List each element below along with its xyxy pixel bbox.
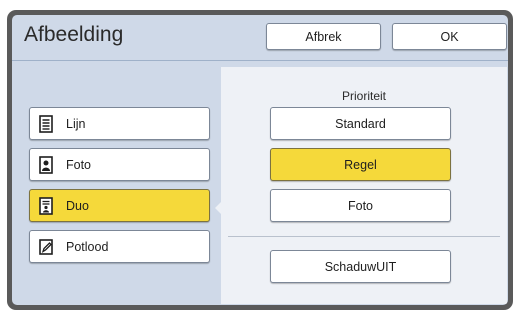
cancel-button[interactable]: Afbrek [266,23,381,50]
mode-label-line: Lijn [66,116,86,131]
document-duo-icon [39,196,53,215]
photo-portrait-icon [39,155,53,174]
mode-button-line[interactable]: Lijn [29,107,210,140]
mode-label-photo: Foto [66,157,92,172]
pencil-icon [39,238,53,256]
priority-rule-button[interactable]: Regel [270,148,451,181]
ok-button[interactable]: OK [392,23,507,50]
mode-label-pencil: Potlood [66,239,109,254]
priority-heading: Prioriteit [341,89,386,103]
header-divider [12,60,508,61]
mode-label-duo: Duo [66,198,89,213]
mode-button-duo[interactable]: Duo [29,189,210,222]
priority-separator [228,236,500,237]
dialog-title: Afbeelding [24,23,124,46]
priority-standard-button[interactable]: Standard [270,107,451,140]
image-mode-dialog: Afbeelding Afbrek OK Lijn Foto Duo Potlo… [12,15,508,305]
mode-button-pencil[interactable]: Potlood [29,230,210,263]
shadow-off-button[interactable]: SchaduwUIT [270,250,451,283]
mode-button-photo[interactable]: Foto [29,148,210,181]
document-lines-icon [39,114,53,133]
selection-pointer [215,202,221,214]
priority-photo-button[interactable]: Foto [270,189,451,222]
